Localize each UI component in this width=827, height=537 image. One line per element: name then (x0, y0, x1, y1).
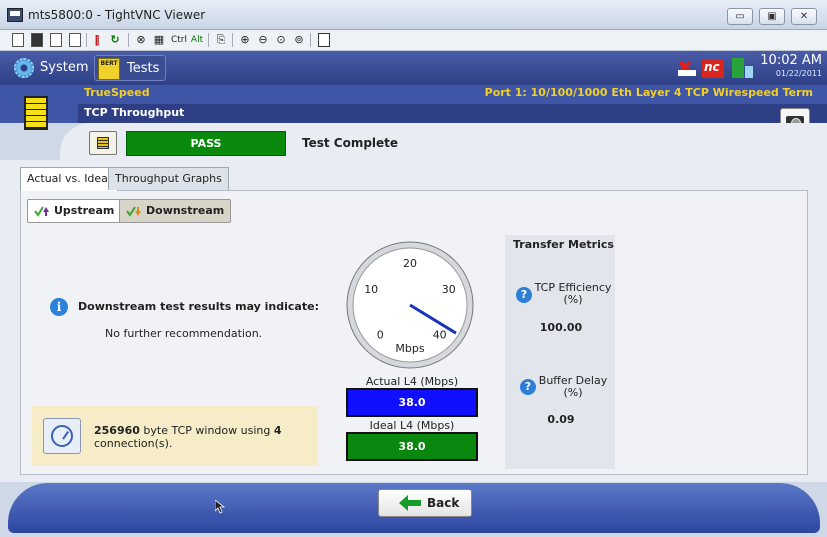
tests-label: Tests (127, 61, 160, 76)
port-info: Port 1: 10/100/1000 Eth Layer 4 TCP Wire… (484, 86, 813, 99)
refresh-icon[interactable]: ↻ (108, 33, 122, 47)
fullscreen-icon[interactable] (318, 33, 330, 47)
buffer-delay-value: 0.09 (547, 413, 575, 426)
zoom-normal-icon[interactable]: ⊙ (274, 33, 288, 47)
network-icon (678, 70, 696, 76)
help-icon[interactable]: ? (516, 287, 532, 303)
mouse-cursor-icon (215, 500, 225, 514)
bert-icon-text: BERT (100, 60, 118, 67)
back-label: Back (427, 496, 460, 510)
zoom-out-icon[interactable]: ⊖ (256, 33, 270, 47)
toolbar-separator (208, 33, 209, 47)
system-label: System (40, 60, 89, 75)
window-titlebar: mts5800:0 - TightVNC Viewer ▭ ▣ ✕ (0, 0, 827, 30)
test-status-text: Test Complete (302, 136, 399, 150)
test-header-subbar (78, 104, 827, 123)
back-button[interactable]: Back (378, 489, 472, 517)
test-document-icon (24, 96, 48, 130)
actual-value-box: 38.0 (346, 388, 478, 417)
clock-date: 01/22/2011 (775, 69, 822, 78)
tcp-efficiency-value: 100.00 (539, 321, 583, 334)
battery-icon (732, 58, 744, 78)
recommendation-title: Downstream test results may indicate: (78, 300, 319, 313)
ctrl-alt-del-icon[interactable]: ⊗ (134, 33, 148, 47)
gauge-tick-label: 20 (403, 257, 417, 270)
actual-label: Actual L4 (Mbps) (365, 375, 459, 388)
toolbar-separator (310, 33, 311, 47)
tcp-window-button[interactable] (43, 418, 81, 454)
options-icon[interactable] (50, 33, 62, 47)
tab-throughput-graphs[interactable]: Throughput Graphs (108, 167, 229, 190)
downstream-label: Downstream (146, 204, 225, 217)
zoom-fit-icon[interactable]: ⊚ (292, 33, 306, 47)
bert-icon: BERT (98, 58, 120, 80)
maximize-button[interactable]: ▣ (759, 8, 785, 25)
recommendation-text: No further recommendation. (105, 327, 263, 340)
minimize-button[interactable]: ▭ (727, 8, 753, 25)
ctrl-key-button[interactable]: Ctrl (170, 33, 188, 47)
toolbar-separator (86, 33, 87, 47)
windows-key-icon[interactable]: ▦ (152, 33, 166, 47)
system-button[interactable]: System (8, 55, 94, 81)
tcp-window-mid: byte TCP window using (139, 424, 274, 437)
tcp-window-bytes: 256960 (94, 424, 140, 437)
vnc-toolbar: ‖ ↻ ⊗ ▦ Ctrl Alt ⎘ ⊕ ⊖ ⊙ ⊚ (0, 30, 827, 51)
test-name: TCP Throughput (84, 106, 185, 119)
app-name: TrueSpeed (84, 86, 150, 99)
gauge-tick-label: 30 (442, 283, 456, 296)
window-title: mts5800:0 - TightVNC Viewer (28, 8, 206, 22)
info-icon: i (50, 298, 68, 316)
transfer-metrics-panel (505, 235, 615, 469)
check-up-icon (34, 206, 49, 217)
info-icon[interactable] (69, 33, 81, 47)
list-icon (97, 137, 109, 149)
upstream-button[interactable]: Upstream (27, 199, 122, 223)
tcp-window-connections: 4 (273, 424, 282, 437)
clipboard-icon[interactable]: ⎘ (214, 33, 228, 47)
check-down-icon (126, 206, 141, 217)
back-arrow-icon (399, 495, 421, 511)
close-button[interactable]: ✕ (791, 8, 817, 25)
vnc-app-icon (7, 8, 23, 22)
save-icon[interactable] (31, 33, 43, 47)
nc-badge-label: nc (704, 60, 720, 74)
downstream-button[interactable]: Downstream (119, 199, 232, 223)
toolbar-separator (232, 33, 233, 47)
ideal-label: Ideal L4 (Mbps) (369, 419, 455, 432)
gear-icon (14, 58, 34, 78)
tab-actual-vs-ideal[interactable]: Actual vs. Ideal (20, 167, 118, 191)
tcp-window-end: connection(s). (94, 437, 173, 450)
tcp-efficiency-label: TCP Efficiency (%) (534, 281, 612, 306)
speedometer-icon (51, 425, 73, 447)
results-list-button[interactable] (89, 131, 117, 155)
pause-icon[interactable]: ‖ (92, 33, 102, 47)
tests-button[interactable]: BERT Tests (94, 55, 167, 81)
usb-icon (745, 66, 753, 78)
throughput-gauge: 0 10 20 30 40 Mbps (346, 241, 474, 369)
ideal-value-box: 38.0 (346, 432, 478, 461)
zoom-in-icon[interactable]: ⊕ (238, 33, 252, 47)
tcp-window-text: 256960 byte TCP window using 4 connectio… (94, 424, 294, 450)
upstream-label: Upstream (54, 204, 115, 217)
gauge-unit: Mbps (395, 342, 424, 355)
clock-time: 10:02 AM (760, 53, 822, 68)
new-connection-icon[interactable] (12, 33, 24, 47)
gauge-tick-label: 0 (377, 329, 384, 342)
gauge-tick-label: 40 (433, 329, 447, 342)
alt-key-button[interactable]: Alt (190, 33, 204, 47)
gauge-tick-label: 10 (364, 283, 378, 296)
clock: 10:02 AM 01/22/2011 (760, 53, 822, 83)
transfer-metrics-title: Transfer Metrics (513, 238, 614, 251)
toolbar-separator (128, 33, 129, 47)
status-icons: nc (676, 56, 756, 84)
buffer-delay-label: Buffer Delay (%) (538, 374, 608, 399)
result-status-badge: PASS (126, 131, 286, 156)
